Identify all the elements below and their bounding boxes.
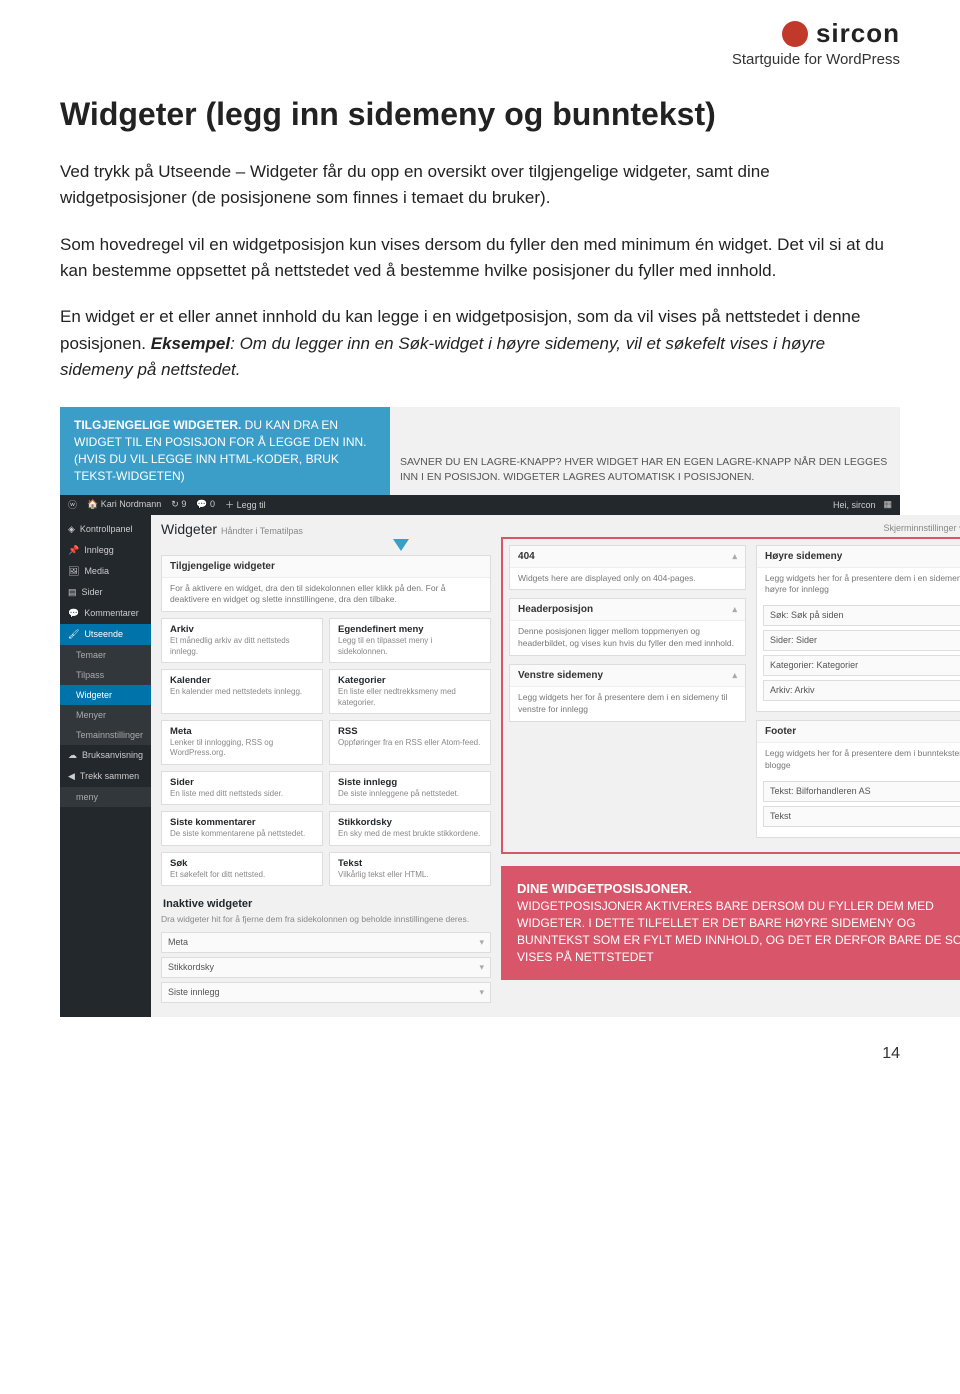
pos-404[interactable]: 404▴ Widgets here are displayed only on … bbox=[509, 545, 746, 591]
logo-icon bbox=[782, 21, 808, 47]
comment-icon: 💬 bbox=[68, 608, 79, 619]
sidebar-sub-widgeter[interactable]: Widgeter bbox=[60, 685, 151, 705]
widget-instance[interactable]: Kategorier: Kategorier▾ bbox=[763, 655, 960, 676]
arrow-down-icon bbox=[393, 539, 409, 551]
available-desc: For å aktivere en widget, dra den til si… bbox=[162, 578, 490, 612]
sidebar-sub-meny: meny bbox=[60, 787, 151, 807]
available-title: Tilgjengelige widgeter bbox=[162, 556, 490, 578]
widget-arkiv[interactable]: ArkivEt månedlig arkiv av ditt nettsteds… bbox=[161, 618, 323, 663]
widget-egendefinert-meny[interactable]: Egendefinert menyLegg til en tilpasset m… bbox=[329, 618, 491, 663]
pos-footer[interactable]: Footer▴ Legg widgets her for å presenter… bbox=[756, 720, 960, 838]
chevron-up-icon: ▴ bbox=[733, 604, 738, 615]
para-1: Ved trykk på Utseende – Widgeter får du … bbox=[60, 159, 900, 212]
screenshot-figure: TILGJENGELIGE WIDGETER. DU KAN DRA EN WI… bbox=[60, 407, 900, 1016]
doc-subtitle: Startguide for WordPress bbox=[60, 51, 900, 68]
sidebar-sub-tilpass[interactable]: Tilpass bbox=[60, 665, 151, 685]
sidebar-item-bruksanvisning[interactable]: ☁Bruksanvisning bbox=[60, 745, 151, 766]
chevron-down-icon: ▾ bbox=[480, 937, 485, 948]
widget-tekst[interactable]: TekstVilkårlig tekst eller HTML. bbox=[329, 852, 491, 886]
widget-stikkordsky[interactable]: StikkordskyEn sky med de mest brukte sti… bbox=[329, 811, 491, 845]
dashboard-icon: ◈ bbox=[68, 524, 75, 535]
comments-count[interactable]: 💬 0 bbox=[196, 499, 215, 510]
widget-meta[interactable]: MetaLenker til innlogging, RSS og WordPr… bbox=[161, 720, 323, 765]
widget-instance[interactable]: Arkiv: Arkiv▾ bbox=[763, 680, 960, 701]
widget-rss[interactable]: RSSOppføringer fra en RSS eller Atom-fee… bbox=[329, 720, 491, 765]
brand-name: sircon bbox=[816, 18, 900, 49]
sidebar-item-utseende[interactable]: 🖌Utseende bbox=[60, 624, 151, 645]
inactive-widgets: Inaktive widgeter Dra widgeter hit for å… bbox=[161, 894, 491, 1003]
wp-sidebar: ◈Kontrollpanel 📌Innlegg 🖼Media ▤Sider 💬K… bbox=[60, 515, 151, 1017]
pos-header[interactable]: Headerposisjon▴ Denne posisjonen ligger … bbox=[509, 598, 746, 656]
sidebar-sub-temainnst[interactable]: Temainnstillinger bbox=[60, 725, 151, 745]
widget-instance[interactable]: Tekst▾ bbox=[763, 806, 960, 827]
chevron-down-icon: ▾ bbox=[480, 962, 485, 973]
pos-hoyre[interactable]: Høyre sidemeny▴ Legg widgets her for å p… bbox=[756, 545, 960, 713]
updates-count[interactable]: ↻ 9 bbox=[171, 499, 186, 510]
body-text: Ved trykk på Utseende – Widgeter får du … bbox=[60, 159, 900, 383]
pos-venstre[interactable]: Venstre sidemeny▴ Legg widgets her for å… bbox=[509, 664, 746, 722]
callout-pink: DINE WIDGETPOSISJONER. WIDGETPOSISJONER … bbox=[501, 866, 960, 979]
widget-kategorier[interactable]: KategorierEn liste eller nedtrekksmeny m… bbox=[329, 669, 491, 714]
widget-sider[interactable]: SiderEn liste med ditt nettsteds sider. bbox=[161, 771, 323, 805]
brush-icon: 🖌 bbox=[68, 629, 79, 640]
inactive-meta[interactable]: Meta▾ bbox=[161, 932, 491, 953]
sidebar-sub-menyer[interactable]: Menyer bbox=[60, 705, 151, 725]
page-number: 14 bbox=[60, 1045, 900, 1063]
widget-siste-kommentarer[interactable]: Siste kommentarerDe siste kommentarene p… bbox=[161, 811, 323, 845]
sidebar-item-kontrollpanel[interactable]: ◈Kontrollpanel bbox=[60, 519, 151, 540]
wp-main: Widgeter Håndter i Tematilpas Skjerminns… bbox=[151, 515, 960, 1017]
widget-sok[interactable]: SøkEt søkefelt for ditt nettsted. bbox=[161, 852, 323, 886]
widget-positions-col: 404▴ Widgets here are displayed only on … bbox=[501, 541, 960, 1007]
site-name[interactable]: 🏠 Kari Nordmann bbox=[87, 499, 161, 510]
collapse-icon: ◀ bbox=[68, 771, 75, 782]
inactive-siste-innlegg[interactable]: Siste innlegg▾ bbox=[161, 982, 491, 1003]
sidebar-item-innlegg[interactable]: 📌Innlegg bbox=[60, 540, 151, 561]
sidebar-sub-temaer[interactable]: Temaer bbox=[60, 645, 151, 665]
chevron-up-icon: ▴ bbox=[733, 551, 738, 562]
pin-icon: 📌 bbox=[68, 545, 79, 556]
book-icon: ☁ bbox=[68, 750, 77, 761]
page-title: Widgeter (legg inn sidemeny og bunntekst… bbox=[60, 96, 900, 133]
para-2: Som hovedregel vil en widgetposisjon kun… bbox=[60, 232, 900, 285]
main-title: Widgeter Håndter i Tematilpas bbox=[161, 521, 303, 537]
widget-siste-innlegg[interactable]: Siste innleggDe siste innleggene på nett… bbox=[329, 771, 491, 805]
wp-logo-icon[interactable]: ⓦ bbox=[68, 498, 77, 511]
callout-savner: SAVNER DU EN LAGRE-KNAPP? HVER WIDGET HA… bbox=[390, 439, 900, 494]
inactive-stikkordsky[interactable]: Stikkordsky▾ bbox=[161, 957, 491, 978]
sidebar-item-kommentarer[interactable]: 💬Kommentarer bbox=[60, 603, 151, 624]
greeting[interactable]: Hei, sircon bbox=[833, 500, 876, 510]
screen-options[interactable]: Skjerminnstillinger ▾ bbox=[883, 523, 960, 534]
page-icon: ▤ bbox=[68, 587, 77, 598]
avatar-icon[interactable]: ▦ bbox=[883, 499, 892, 510]
media-icon: 🖼 bbox=[68, 566, 79, 577]
chevron-up-icon: ▴ bbox=[733, 670, 738, 681]
sidebar-item-media[interactable]: 🖼Media bbox=[60, 561, 151, 582]
widget-instance[interactable]: Sider: Sider▾ bbox=[763, 630, 960, 651]
para-3: En widget er et eller annet innhold du k… bbox=[60, 304, 900, 383]
add-new[interactable]: ＋ Legg til bbox=[225, 498, 266, 511]
callout-blue: TILGJENGELIGE WIDGETER. DU KAN DRA EN WI… bbox=[60, 407, 390, 494]
sidebar-item-sider[interactable]: ▤Sider bbox=[60, 582, 151, 603]
widget-kalender[interactable]: KalenderEn kalender med nettstedets innl… bbox=[161, 669, 323, 714]
chevron-down-icon: ▾ bbox=[480, 987, 485, 998]
wp-adminbar: ⓦ 🏠 Kari Nordmann ↻ 9 💬 0 ＋ Legg til Hei… bbox=[60, 495, 900, 515]
brand-header: sircon bbox=[60, 18, 900, 49]
widget-instance[interactable]: Tekst: Bilforhandleren AS▾ bbox=[763, 781, 960, 802]
widget-instance[interactable]: Søk: Søk på siden▾ bbox=[763, 605, 960, 626]
available-widgets-col: Tilgjengelige widgeter For å aktivere en… bbox=[161, 541, 491, 1007]
sidebar-item-trekksammen[interactable]: ◀Trekk sammen bbox=[60, 766, 151, 787]
